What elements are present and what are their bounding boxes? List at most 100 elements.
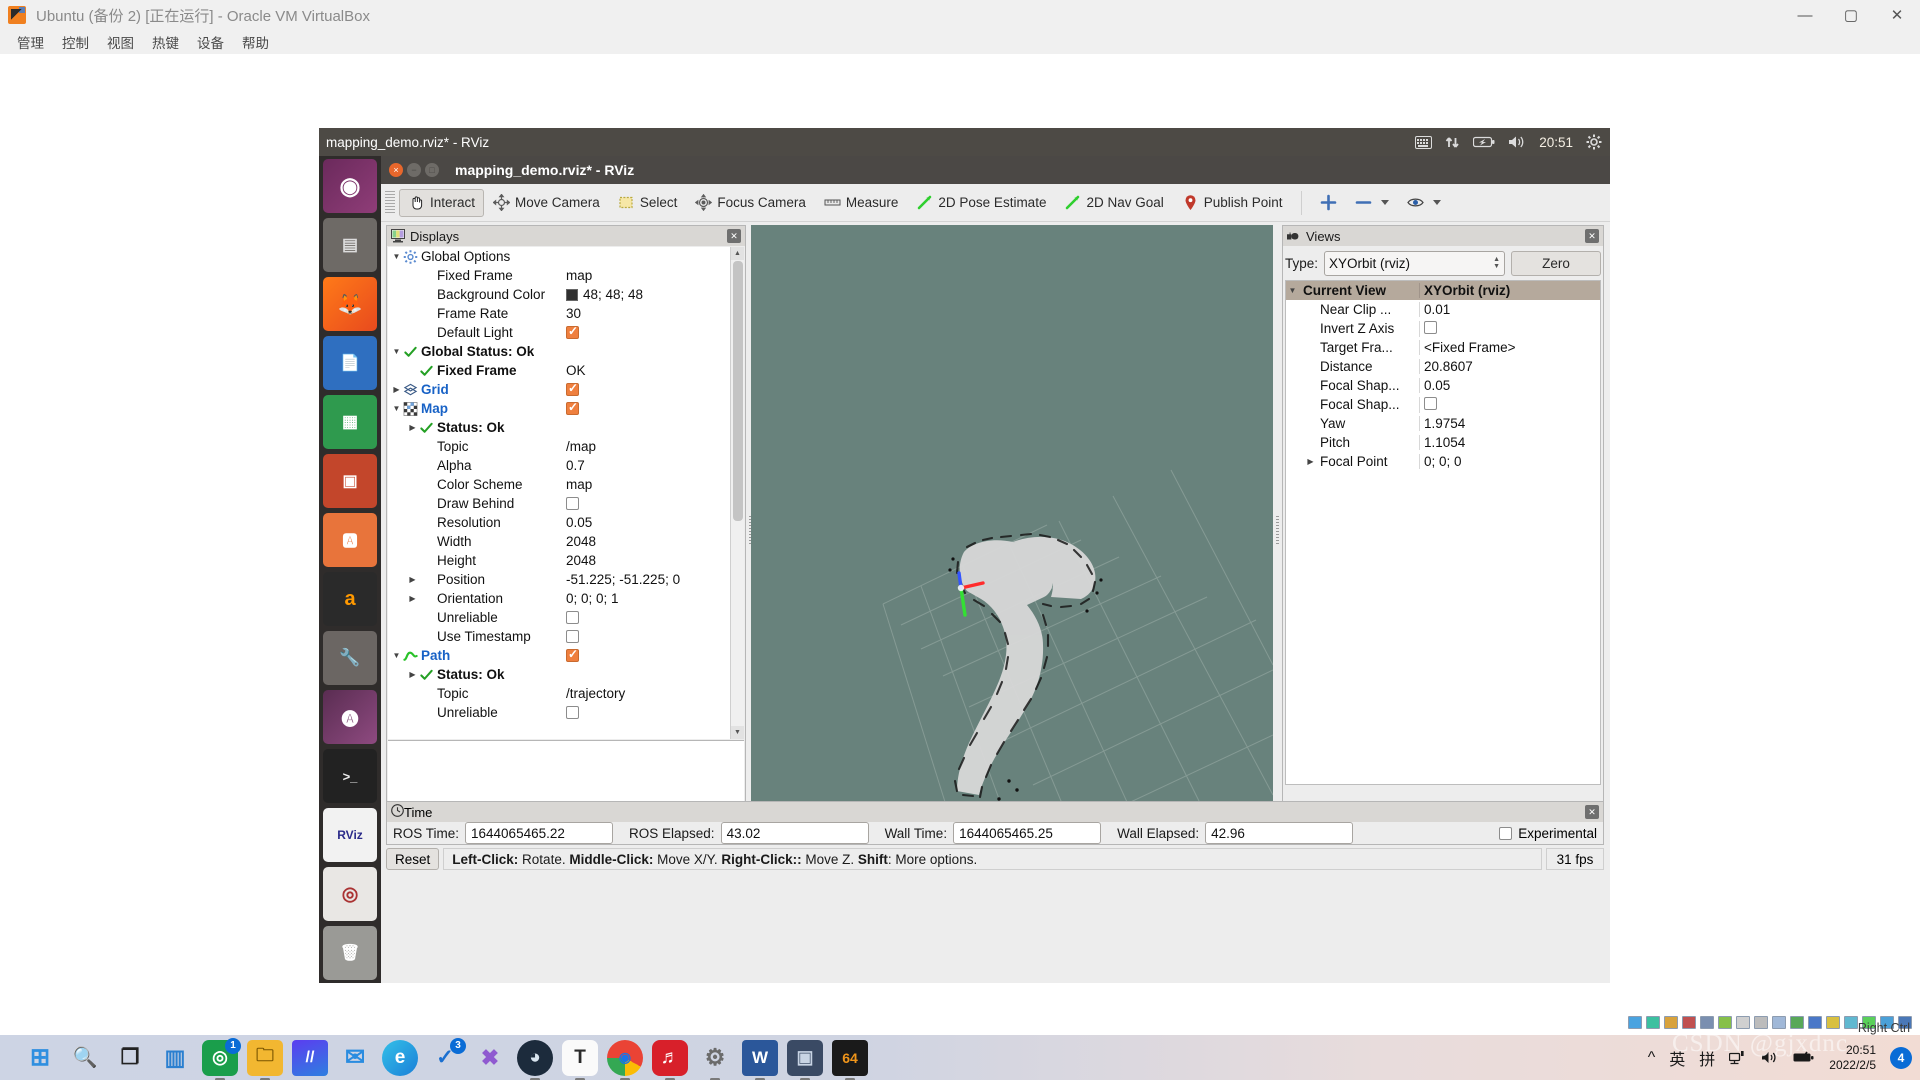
- tree-row[interactable]: ▶ Status: Ok: [388, 418, 744, 437]
- launcher-item-files-manager[interactable]: ▤: [323, 218, 377, 272]
- views-row-value[interactable]: 20.8607: [1419, 359, 1600, 374]
- taskbar-file-explorer[interactable]: 🗀: [247, 1039, 283, 1080]
- network-icon[interactable]: [1729, 1050, 1747, 1066]
- tree-expander-right[interactable]: ▶: [390, 385, 403, 394]
- views-row-value[interactable]: [1419, 320, 1600, 337]
- menu-item-0[interactable]: 管理: [8, 30, 53, 54]
- views-row[interactable]: Invert Z Axis: [1286, 319, 1600, 338]
- close-icon[interactable]: ✕: [1585, 805, 1599, 819]
- displays-scrollbar[interactable]: ▲ ▼: [730, 247, 744, 739]
- visibility-button[interactable]: [1398, 189, 1450, 217]
- tree-row[interactable]: Default Light: [388, 323, 744, 342]
- ime-pinyin-icon[interactable]: 拼: [1699, 1046, 1715, 1070]
- zero-button[interactable]: Zero: [1511, 250, 1601, 276]
- scroll-down-icon[interactable]: ▼: [731, 726, 744, 739]
- keyboard-icon[interactable]: [1415, 135, 1433, 149]
- taskbar-search-button[interactable]: 🔍: [67, 1040, 103, 1076]
- tree-row[interactable]: ▶ Status: Ok: [388, 665, 744, 684]
- checkbox-checked[interactable]: [566, 400, 579, 415]
- battery-icon[interactable]: [1793, 1051, 1815, 1064]
- tree-row[interactable]: ▶ Grid: [388, 380, 744, 399]
- notification-badge[interactable]: 4: [1890, 1046, 1912, 1069]
- tool-interact[interactable]: Interact: [399, 188, 485, 217]
- views-row-value[interactable]: [1419, 396, 1600, 413]
- chevron-down-icon[interactable]: [1432, 200, 1441, 205]
- menu-item-2[interactable]: 视图: [98, 30, 143, 54]
- checkbox-unchecked[interactable]: [1424, 396, 1437, 410]
- checkbox-unchecked[interactable]: [566, 611, 579, 624]
- tree-row[interactable]: Draw Behind: [388, 494, 744, 513]
- taskbar-microsoft-word[interactable]: W: [742, 1039, 778, 1080]
- ime-english-icon[interactable]: 英: [1669, 1046, 1685, 1070]
- launcher-item-terminal[interactable]: >_: [323, 749, 377, 803]
- tree-row[interactable]: Resolution 0.05: [388, 513, 744, 532]
- views-row-value[interactable]: 0.05: [1419, 378, 1600, 393]
- views-row-value[interactable]: <Fixed Frame>: [1419, 340, 1600, 355]
- views-row-value[interactable]: 0.01: [1419, 302, 1600, 317]
- launcher-item-trash[interactable]: 🗑: [323, 926, 377, 980]
- taskbar-widgets-button[interactable]: ▥: [157, 1040, 193, 1076]
- windows-clock[interactable]: 20:51 2022/2/5: [1829, 1043, 1876, 1073]
- checkbox-checked[interactable]: [566, 381, 579, 396]
- tool-focus-camera[interactable]: Focus Camera: [686, 189, 815, 217]
- tree-row[interactable]: Topic/map: [388, 437, 744, 456]
- tree-row[interactable]: ▼ Path: [388, 646, 744, 665]
- tree-row-value[interactable]: [563, 611, 744, 624]
- tree-row[interactable]: Background Color 48; 48; 48: [388, 285, 744, 304]
- maximize-button[interactable]: ▢: [1828, 0, 1874, 30]
- checkbox-checked[interactable]: [566, 647, 579, 662]
- tree-row[interactable]: Color Scheme map: [388, 475, 744, 494]
- taskbar-todo-app[interactable]: ✓ 3: [427, 1037, 466, 1076]
- tree-row[interactable]: Frame Rate 30: [388, 304, 744, 323]
- color-swatch[interactable]: [566, 288, 578, 301]
- tree-row-value[interactable]: [563, 381, 744, 396]
- tree-expander-down[interactable]: ▼: [390, 404, 403, 413]
- displays-tree[interactable]: ▼ Global Options Fixed Frame map Background …: [388, 247, 744, 739]
- tool-measure[interactable]: Measure: [815, 189, 908, 217]
- tool-2d-pose-estimate[interactable]: 2D Pose Estimate: [907, 189, 1055, 217]
- tree-row[interactable]: ▼ Map: [388, 399, 744, 418]
- taskbar-virtualbox-vm[interactable]: 64: [832, 1039, 868, 1080]
- splitter-right[interactable]: [1273, 225, 1282, 837]
- tree-row[interactable]: Topic/trajectory: [388, 684, 744, 703]
- taskbar-microsoft-edge[interactable]: e: [382, 1039, 418, 1076]
- remove-tool-button[interactable]: [1346, 189, 1398, 217]
- views-row[interactable]: Yaw 1.9754: [1286, 414, 1600, 433]
- checkbox-unchecked[interactable]: [566, 497, 579, 510]
- tree-expander-down[interactable]: ▼: [390, 347, 403, 356]
- tree-row-value[interactable]: map: [563, 477, 744, 492]
- tree-row-value[interactable]: 0.7: [563, 458, 744, 473]
- views-row-value[interactable]: 1.1054: [1419, 435, 1600, 450]
- launcher-item-firefox[interactable]: 🦊: [323, 277, 377, 331]
- views-row-value[interactable]: 0; 0; 0: [1419, 454, 1600, 469]
- tree-row-value[interactable]: /trajectory: [563, 686, 744, 701]
- tool-move-camera[interactable]: Move Camera: [484, 189, 609, 217]
- tree-row[interactable]: Unreliable: [388, 703, 744, 722]
- taskbar-app-blue-m[interactable]: //: [292, 1039, 328, 1076]
- tree-row[interactable]: Width 2048: [388, 532, 744, 551]
- tool-publish-point[interactable]: Publish Point: [1173, 189, 1292, 217]
- tree-row-value[interactable]: 0.05: [563, 515, 744, 530]
- battery-icon[interactable]: [1473, 136, 1495, 148]
- tree-row-value[interactable]: [563, 630, 744, 643]
- minimize-button[interactable]: —: [1782, 0, 1828, 30]
- chevron-down-icon[interactable]: [1380, 200, 1389, 205]
- add-tool-button[interactable]: [1311, 189, 1346, 217]
- taskbar-mail-app[interactable]: ✉: [337, 1040, 373, 1076]
- tree-row[interactable]: ▶ Orientation 0; 0; 0; 1: [388, 589, 744, 608]
- checkbox-unchecked[interactable]: [566, 706, 579, 719]
- close-button[interactable]: ✕: [1874, 0, 1920, 30]
- tree-row-value[interactable]: [563, 324, 744, 339]
- tool-2d-nav-goal[interactable]: 2D Nav Goal: [1055, 189, 1172, 217]
- tree-row[interactable]: ▶ Position -51.225; -51.225; 0: [388, 570, 744, 589]
- tree-row-value[interactable]: [563, 497, 744, 510]
- reset-button[interactable]: Reset: [386, 848, 440, 870]
- time-input-1[interactable]: 43.02: [720, 822, 869, 844]
- tree-row[interactable]: ▼ Global Status: Ok: [388, 342, 744, 361]
- time-input-0[interactable]: 1644065465.22: [465, 822, 614, 844]
- checkbox-unchecked[interactable]: [1424, 320, 1437, 334]
- taskbar-wps-office[interactable]: ◎ 1: [202, 1037, 241, 1080]
- show-hidden-icons[interactable]: ^: [1648, 1049, 1656, 1067]
- taskbar-settings-app[interactable]: ⚙: [697, 1040, 733, 1080]
- tree-row[interactable]: Use Timestamp: [388, 627, 744, 646]
